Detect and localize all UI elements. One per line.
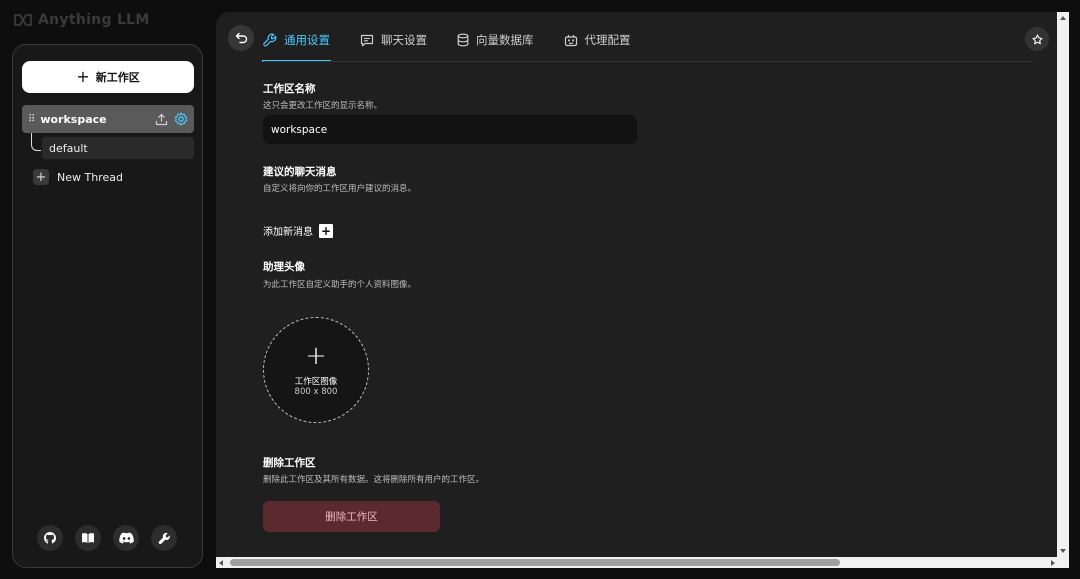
chat-icon: [360, 34, 374, 46]
workspace-name: workspace: [40, 112, 107, 126]
new-workspace-button[interactable]: + 新工作区: [22, 61, 194, 93]
scroll-up-arrow-icon[interactable]: [1060, 16, 1066, 20]
scroll-left-arrow-icon[interactable]: [219, 560, 223, 566]
github-icon[interactable]: [37, 525, 63, 551]
delete-workspace-title: 删除工作区: [263, 457, 316, 469]
logo-text: Anything LLM: [38, 12, 150, 28]
settings-tabs: 通用设置 聊天设置 向量数据库 代理配置: [262, 30, 631, 62]
tab-chat-settings[interactable]: 聊天设置: [360, 30, 427, 50]
back-button[interactable]: [228, 25, 254, 51]
avatar-upload-size: 800 x 800: [294, 387, 338, 397]
logo-icon: [14, 14, 32, 26]
sidebar-footer: [37, 525, 177, 551]
settings-panel: 通用设置 聊天设置 向量数据库 代理配置 工作区名称 这只会更改工作区的显示名称…: [216, 12, 1057, 557]
suggested-messages-description: 自定义将向你的工作区用户建议的消息。: [263, 184, 417, 194]
scroll-down-arrow-icon[interactable]: [1060, 549, 1066, 553]
assistant-avatar-title: 助理头像: [263, 261, 305, 273]
new-thread-label: New Thread: [57, 170, 123, 184]
delete-workspace-button[interactable]: 删除工作区: [263, 501, 440, 532]
tab-label: 通用设置: [284, 33, 330, 47]
tab-divider: [263, 61, 1033, 62]
workspace-name-title: 工作区名称: [263, 83, 316, 95]
sidebar: + 新工作区 ⠿ workspace default + New Thread: [12, 44, 203, 568]
plus-icon: +: [33, 169, 49, 185]
tab-label: 代理配置: [584, 33, 631, 47]
plus-icon: +: [305, 341, 327, 371]
workspace-name-description: 这只会更改工作区的显示名称。: [263, 101, 383, 111]
vertical-scrollbar[interactable]: [1057, 12, 1069, 557]
robot-icon: [564, 34, 577, 46]
tab-label: 向量数据库: [476, 33, 534, 47]
scroll-right-arrow-icon[interactable]: [1051, 560, 1055, 566]
upload-icon[interactable]: [155, 113, 168, 126]
avatar-upload-label: 工作区图像: [294, 377, 338, 387]
tab-vector-database[interactable]: 向量数据库: [457, 30, 534, 50]
undo-arrow-icon: [235, 32, 247, 44]
tab-general-settings[interactable]: 通用设置: [262, 30, 331, 62]
database-icon: [457, 33, 469, 47]
add-new-message-button[interactable]: 添加新消息 +: [263, 223, 333, 238]
new-workspace-label: 新工作区: [95, 71, 140, 84]
wrench-icon[interactable]: [151, 525, 177, 551]
app-logo: Anything LLM: [14, 12, 150, 28]
plus-icon: +: [319, 223, 333, 238]
discord-icon[interactable]: [113, 525, 139, 551]
add-new-message-label: 添加新消息: [263, 227, 313, 238]
suggested-messages-title: 建议的聊天消息: [263, 166, 337, 178]
tab-agent-configuration[interactable]: 代理配置: [564, 30, 631, 50]
agent-icon: [1031, 33, 1043, 44]
tab-label: 聊天设置: [381, 33, 427, 47]
agent-status-button[interactable]: [1025, 27, 1049, 51]
workspace-name-input[interactable]: [263, 115, 637, 144]
horizontal-scrollbar[interactable]: [216, 557, 1069, 568]
assistant-avatar-description: 为此工作区自定义助手的个人资料图像。: [263, 280, 417, 290]
book-icon[interactable]: [75, 525, 101, 551]
avatar-upload[interactable]: + 工作区图像 800 x 800: [263, 317, 369, 423]
thread-tree-connector: [31, 133, 41, 151]
drag-handle-icon[interactable]: ⠿: [28, 114, 35, 125]
delete-workspace-description: 删除此工作区及其所有数据。这将删除所有用户的工作区。: [263, 475, 485, 485]
thread-item-default[interactable]: default: [42, 137, 194, 159]
plus-icon: +: [76, 67, 90, 86]
wrench-icon: [263, 33, 277, 47]
new-thread-button[interactable]: + New Thread: [33, 169, 123, 185]
gear-icon[interactable]: [174, 112, 188, 126]
workspace-item[interactable]: ⠿ workspace: [22, 105, 194, 133]
horizontal-scrollbar-thumb[interactable]: [230, 559, 840, 566]
